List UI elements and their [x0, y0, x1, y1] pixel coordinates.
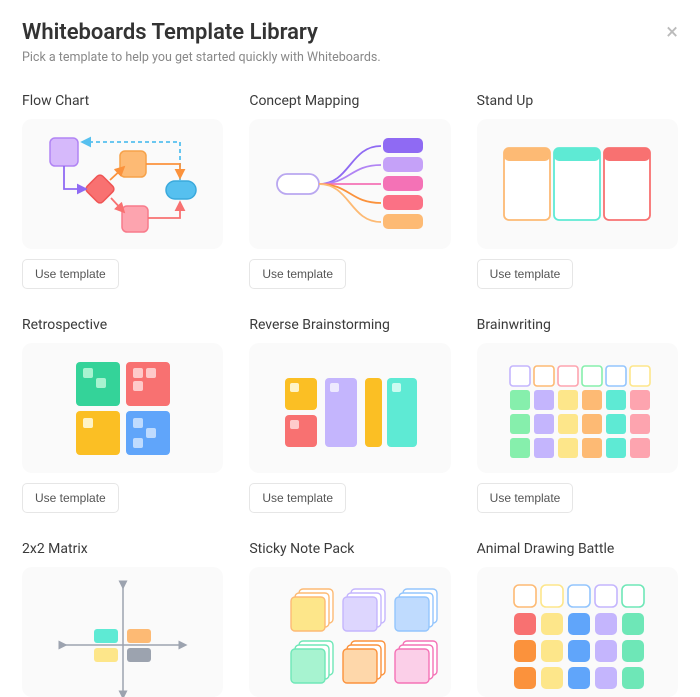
template-grid: Flow Chart: [22, 93, 678, 697]
template-title: Concept Mapping: [249, 93, 450, 109]
template-card-2x2-matrix[interactable]: 2x2 Matrix: [22, 541, 223, 697]
template-library-modal: Whiteboards Template Library Pick a temp…: [0, 0, 700, 697]
template-card-concept-mapping[interactable]: Concept Mapping Use template: [249, 93, 450, 289]
use-template-button[interactable]: Use template: [249, 259, 346, 289]
use-template-button[interactable]: Use template: [477, 259, 574, 289]
flow-chart-icon: [28, 124, 218, 244]
use-template-button[interactable]: Use template: [249, 483, 346, 513]
close-icon[interactable]: ×: [666, 20, 678, 44]
template-preview: [22, 343, 223, 473]
template-card-animal-drawing-battle[interactable]: Animal Drawing Battle: [477, 541, 678, 697]
page-title: Whiteboards Template Library: [22, 20, 381, 45]
template-preview: [22, 567, 223, 697]
matrix-axes-icon: [28, 567, 218, 697]
standup-columns-icon: [482, 124, 672, 244]
template-preview: [477, 343, 678, 473]
template-title: Sticky Note Pack: [249, 541, 450, 557]
template-title: Stand Up: [477, 93, 678, 109]
color-grid-icon: [482, 567, 672, 697]
use-template-button[interactable]: Use template: [22, 259, 119, 289]
template-card-flow-chart[interactable]: Flow Chart: [22, 93, 223, 289]
page-subtitle: Pick a template to help you get started …: [22, 50, 381, 65]
template-preview: [477, 119, 678, 249]
template-preview: [249, 343, 450, 473]
template-title: Reverse Brainstorming: [249, 317, 450, 333]
template-card-brainwriting[interactable]: Brainwriting: [477, 317, 678, 513]
template-title: Brainwriting: [477, 317, 678, 333]
brainwriting-grid-icon: [482, 348, 672, 468]
template-title: Animal Drawing Battle: [477, 541, 678, 557]
template-preview: [22, 119, 223, 249]
use-template-button[interactable]: Use template: [477, 483, 574, 513]
header: Whiteboards Template Library Pick a temp…: [22, 20, 678, 65]
template-card-sticky-note-pack[interactable]: Sticky Note Pack: [249, 541, 450, 697]
template-preview: [249, 119, 450, 249]
template-card-retrospective[interactable]: Retrospective Use t: [22, 317, 223, 513]
concept-map-icon: [255, 124, 445, 244]
template-card-reverse-brainstorming[interactable]: Reverse Brainstorming Use template: [249, 317, 450, 513]
sticky-stacks-icon: [255, 567, 445, 697]
template-title: 2x2 Matrix: [22, 541, 223, 557]
reverse-brainstorming-icon: [255, 348, 445, 468]
template-card-stand-up[interactable]: Stand Up Use template: [477, 93, 678, 289]
template-preview: [249, 567, 450, 697]
template-title: Retrospective: [22, 317, 223, 333]
template-title: Flow Chart: [22, 93, 223, 109]
use-template-button[interactable]: Use template: [22, 483, 119, 513]
retrospective-icon: [28, 348, 218, 468]
template-preview: [477, 567, 678, 697]
